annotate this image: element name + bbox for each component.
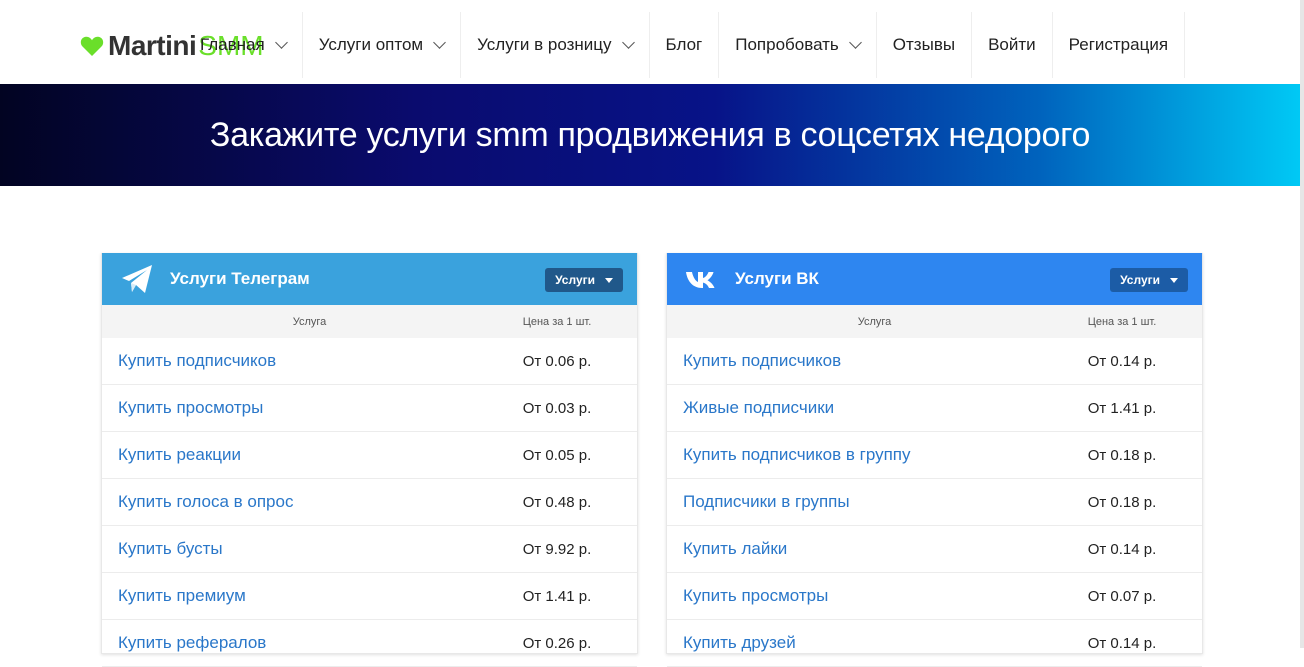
- service-price: От 0.48 р.: [522, 493, 592, 511]
- chevron-down-icon: [433, 36, 446, 49]
- scrollbar[interactable]: [1300, 0, 1304, 648]
- service-link[interactable]: Живые подписчики: [667, 398, 1042, 418]
- service-link[interactable]: Купить лайки: [667, 539, 1042, 559]
- hero-banner: Закажите услуги smm продвижения в соцсет…: [0, 84, 1300, 186]
- service-link[interactable]: Купить просмотры: [667, 586, 1042, 606]
- service-price: От 0.18 р.: [1087, 493, 1157, 511]
- nav-item-reviews[interactable]: Отзывы: [877, 12, 973, 78]
- nav-item-home[interactable]: Главная: [190, 12, 303, 78]
- nav-item-blog[interactable]: Блог: [650, 12, 720, 78]
- nav-item-label: Блог: [665, 35, 703, 54]
- service-price: От 0.07 р.: [1087, 587, 1157, 605]
- caret-down-icon: [1170, 277, 1178, 283]
- nav-item-retail[interactable]: Услуги в розницу: [461, 12, 650, 78]
- vk-services-panel: Услуги ВК Услуги Услуга Цена за 1 шт. Ку…: [666, 253, 1203, 667]
- chevron-down-icon: [848, 36, 862, 49]
- site-header: Martini SMM Главная Услуги оптом Услуги …: [0, 0, 1300, 85]
- service-link[interactable]: Купить подписчиков: [102, 351, 477, 371]
- service-price: От 0.18 р.: [1087, 446, 1157, 464]
- telegram-services-panel: Услуги Телеграм Услуги Услуга Цена за 1 …: [101, 253, 638, 667]
- chevron-down-icon: [621, 36, 635, 49]
- service-link[interactable]: Купить премиум: [102, 586, 477, 606]
- panel-header: Услуги Телеграм Услуги: [102, 253, 637, 305]
- column-header-service: Услуга: [857, 315, 892, 328]
- column-header-price: Цена за 1 шт.: [1087, 315, 1157, 328]
- service-price: От 0.05 р.: [522, 446, 592, 464]
- page-title: Закажите услуги smm продвижения в соцсет…: [209, 115, 1091, 154]
- panel-header: Услуги ВК Услуги: [667, 253, 1202, 305]
- table-row: Живые подписчики От 1.41 р.: [667, 385, 1202, 432]
- telegram-plane-icon: [122, 265, 152, 293]
- table-row: Купить реакции От 0.05 р.: [102, 432, 637, 479]
- service-link[interactable]: Купить просмотры: [102, 398, 477, 418]
- column-header-price: Цена за 1 шт.: [522, 315, 592, 328]
- caret-down-icon: [605, 277, 613, 283]
- services-dropdown-button[interactable]: Услуги: [545, 268, 623, 292]
- service-price: От 0.14 р.: [1087, 352, 1157, 370]
- table-row: Купить рефералов От 0.26 р.: [102, 620, 637, 667]
- nav-item-label: Услуги в розницу: [477, 35, 612, 54]
- table-row: Купить просмотры От 0.03 р.: [102, 385, 637, 432]
- nav-item-label: Войти: [988, 35, 1036, 54]
- table-row: Купить подписчиков в группу От 0.18 р.: [667, 432, 1202, 479]
- service-link[interactable]: Купить подписчиков в группу: [667, 445, 1042, 465]
- heart-icon: [80, 36, 104, 56]
- service-price: От 9.92 р.: [522, 540, 592, 558]
- button-label: Услуги: [555, 273, 595, 287]
- services-dropdown-button[interactable]: Услуги: [1110, 268, 1188, 292]
- button-label: Услуги: [1120, 273, 1160, 287]
- service-price: От 1.41 р.: [1087, 399, 1157, 417]
- service-link[interactable]: Купить голоса в опрос: [102, 492, 477, 512]
- service-price: От 0.14 р.: [1087, 540, 1157, 558]
- nav-item-label: Главная: [200, 35, 265, 54]
- service-price: От 1.41 р.: [522, 587, 592, 605]
- table-row: Купить голоса в опрос От 0.48 р.: [102, 479, 637, 526]
- table-header: Услуга Цена за 1 шт.: [667, 305, 1202, 338]
- service-link[interactable]: Купить подписчиков: [667, 351, 1042, 371]
- table-row: Купить подписчиков От 0.06 р.: [102, 338, 637, 385]
- service-link[interactable]: Купить бусты: [102, 539, 477, 559]
- service-price: От 0.14 р.: [1087, 634, 1157, 652]
- table-row: Купить премиум От 1.41 р.: [102, 573, 637, 620]
- service-price: От 0.06 р.: [522, 352, 592, 370]
- nav-item-label: Попробовать: [735, 35, 839, 54]
- table-header: Услуга Цена за 1 шт.: [102, 305, 637, 338]
- service-link[interactable]: Купить друзей: [667, 633, 1042, 653]
- table-row: Купить просмотры От 0.07 р.: [667, 573, 1202, 620]
- service-link[interactable]: Подписчики в группы: [667, 492, 1042, 512]
- panel-title: Услуги Телеграм: [170, 269, 310, 288]
- nav-item-register[interactable]: Регистрация: [1053, 12, 1186, 78]
- nav-item-try[interactable]: Попробовать: [719, 12, 877, 78]
- service-price: От 0.26 р.: [522, 634, 592, 652]
- panel-title: Услуги ВК: [735, 269, 819, 288]
- chevron-down-icon: [274, 36, 288, 49]
- service-price: От 0.03 р.: [522, 399, 592, 417]
- table-row: Купить друзей От 0.14 р.: [667, 620, 1202, 667]
- service-link[interactable]: Купить рефералов: [102, 633, 477, 653]
- nav-item-label: Регистрация: [1068, 35, 1169, 54]
- nav-item-wholesale[interactable]: Услуги оптом: [303, 12, 462, 78]
- nav-item-label: Услуги оптом: [318, 35, 424, 54]
- logo-text-primary: Martini: [108, 30, 197, 61]
- table-row: Купить подписчиков От 0.14 р.: [667, 338, 1202, 385]
- service-link[interactable]: Купить реакции: [102, 445, 477, 465]
- table-row: Купить лайки От 0.14 р.: [667, 526, 1202, 573]
- column-header-service: Услуга: [292, 315, 327, 328]
- nav-item-login[interactable]: Войти: [972, 12, 1053, 78]
- table-row: Купить бусты От 9.92 р.: [102, 526, 637, 573]
- main-nav: Главная Услуги оптом Услуги в розницу Бл…: [190, 12, 1186, 78]
- nav-item-label: Отзывы: [892, 35, 956, 54]
- vk-logo-icon: [686, 272, 715, 288]
- table-row: Подписчики в группы От 0.18 р.: [667, 479, 1202, 526]
